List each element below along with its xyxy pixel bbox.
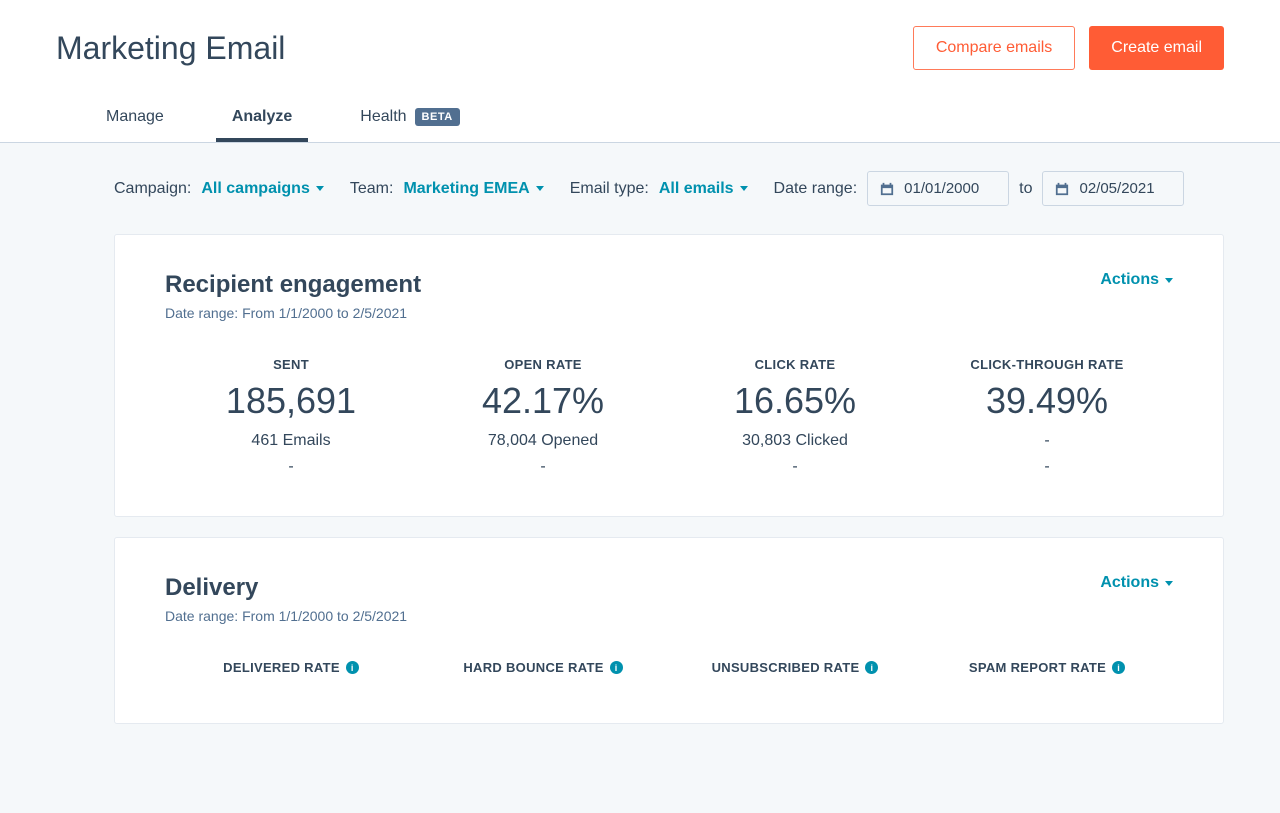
create-email-button[interactable]: Create email <box>1089 26 1224 70</box>
metric-label: OPEN RATE <box>417 357 669 372</box>
filter-label: Team: <box>350 180 394 198</box>
metric-label-text: DELIVERED RATE <box>223 660 340 675</box>
recipient-engagement-card: Recipient engagement Actions Date range:… <box>114 234 1224 517</box>
metric-dash: - <box>417 458 669 476</box>
subtitle-value: From 1/1/2000 to 2/5/2021 <box>242 608 407 624</box>
metric-hard-bounce-rate: HARD BOUNCE RATE i <box>417 660 669 683</box>
chevron-down-icon <box>536 186 544 191</box>
subtitle-label: Date range: <box>165 305 238 321</box>
tab-manage[interactable]: Manage <box>90 94 180 142</box>
tab-label: Analyze <box>232 108 292 126</box>
metric-sent: SENT 185,691 461 Emails - <box>165 357 417 476</box>
metric-sub: - <box>921 432 1173 450</box>
info-icon[interactable]: i <box>346 661 359 674</box>
card-title: Recipient engagement <box>165 271 421 299</box>
metric-unsubscribed-rate: UNSUBSCRIBED RATE i <box>669 660 921 683</box>
metric-sub: 461 Emails <box>165 432 417 450</box>
delivery-metrics: DELIVERED RATE i HARD BOUNCE RATE i UNSU… <box>165 660 1173 683</box>
metric-dash: - <box>921 458 1173 476</box>
actions-label: Actions <box>1100 271 1159 289</box>
card-subtitle: Date range: From 1/1/2000 to 2/5/2021 <box>165 608 1173 624</box>
tab-health[interactable]: Health BETA <box>344 94 475 142</box>
filter-label: Campaign: <box>114 180 191 198</box>
beta-badge: BETA <box>415 108 460 126</box>
metric-label-text: SPAM REPORT RATE <box>969 660 1106 675</box>
metric-spam-report-rate: SPAM REPORT RATE i <box>921 660 1173 683</box>
metric-dash: - <box>669 458 921 476</box>
filter-date-range: Date range: to <box>774 171 1185 206</box>
team-dropdown[interactable]: Marketing EMEA <box>403 180 543 198</box>
metric-delivered-rate: DELIVERED RATE i <box>165 660 417 683</box>
actions-label: Actions <box>1100 574 1159 592</box>
actions-dropdown[interactable]: Actions <box>1100 271 1173 289</box>
info-icon[interactable]: i <box>865 661 878 674</box>
date-from-input-wrap[interactable] <box>867 171 1009 206</box>
metric-value: 16.65% <box>669 380 921 422</box>
metric-ctr: CLICK-THROUGH RATE 39.49% - - <box>921 357 1173 476</box>
metric-label: HARD BOUNCE RATE i <box>417 660 669 675</box>
email-type-dropdown[interactable]: All emails <box>659 180 748 198</box>
filter-bar: Campaign: All campaigns Team: Marketing … <box>0 143 1280 234</box>
header-top: Marketing Email Compare emails Create em… <box>56 26 1224 70</box>
info-icon[interactable]: i <box>610 661 623 674</box>
actions-dropdown[interactable]: Actions <box>1100 574 1173 592</box>
dropdown-value: All emails <box>659 180 734 198</box>
metric-label: CLICK-THROUGH RATE <box>921 357 1173 372</box>
info-icon[interactable]: i <box>1112 661 1125 674</box>
delivery-card: Delivery Actions Date range: From 1/1/20… <box>114 537 1224 724</box>
metric-label-text: UNSUBSCRIBED RATE <box>712 660 860 675</box>
metric-label: DELIVERED RATE i <box>165 660 417 675</box>
filter-label: Email type: <box>570 180 649 198</box>
dropdown-value: Marketing EMEA <box>403 180 529 198</box>
page-header: Marketing Email Compare emails Create em… <box>0 0 1280 143</box>
chevron-down-icon <box>740 186 748 191</box>
date-to-label: to <box>1019 180 1032 198</box>
card-title: Delivery <box>165 574 258 602</box>
card-header: Delivery Actions <box>165 574 1173 602</box>
metric-value: 42.17% <box>417 380 669 422</box>
filter-label: Date range: <box>774 180 858 198</box>
header-buttons: Compare emails Create email <box>913 26 1224 70</box>
metric-open-rate: OPEN RATE 42.17% 78,004 Opened - <box>417 357 669 476</box>
campaign-dropdown[interactable]: All campaigns <box>201 180 323 198</box>
chevron-down-icon <box>316 186 324 191</box>
metric-value: 39.49% <box>921 380 1173 422</box>
metric-label: UNSUBSCRIBED RATE i <box>669 660 921 675</box>
metric-sub: 30,803 Clicked <box>669 432 921 450</box>
content: Recipient engagement Actions Date range:… <box>0 234 1280 784</box>
engagement-metrics: SENT 185,691 461 Emails - OPEN RATE 42.1… <box>165 357 1173 476</box>
subtitle-value: From 1/1/2000 to 2/5/2021 <box>242 305 407 321</box>
calendar-icon <box>880 182 894 196</box>
chevron-down-icon <box>1165 278 1173 283</box>
card-header: Recipient engagement Actions <box>165 271 1173 299</box>
compare-emails-button[interactable]: Compare emails <box>913 26 1075 70</box>
metric-label-text: HARD BOUNCE RATE <box>463 660 603 675</box>
date-to-input-wrap[interactable] <box>1042 171 1184 206</box>
metric-label: CLICK RATE <box>669 357 921 372</box>
dropdown-value: All campaigns <box>201 180 309 198</box>
metric-label: SPAM REPORT RATE i <box>921 660 1173 675</box>
tab-label: Manage <box>106 108 164 126</box>
tab-label: Health <box>360 108 406 126</box>
filter-campaign: Campaign: All campaigns <box>114 180 324 198</box>
page-title: Marketing Email <box>56 30 285 67</box>
metric-value: 185,691 <box>165 380 417 422</box>
date-from-input[interactable] <box>904 180 996 197</box>
date-to-input[interactable] <box>1079 180 1171 197</box>
metric-label: SENT <box>165 357 417 372</box>
subtitle-label: Date range: <box>165 608 238 624</box>
card-subtitle: Date range: From 1/1/2000 to 2/5/2021 <box>165 305 1173 321</box>
calendar-icon <box>1055 182 1069 196</box>
tab-analyze[interactable]: Analyze <box>216 94 308 142</box>
metric-dash: - <box>165 458 417 476</box>
tabs: Manage Analyze Health BETA <box>56 94 1224 142</box>
filter-email-type: Email type: All emails <box>570 180 748 198</box>
chevron-down-icon <box>1165 581 1173 586</box>
metric-click-rate: CLICK RATE 16.65% 30,803 Clicked - <box>669 357 921 476</box>
filter-team: Team: Marketing EMEA <box>350 180 544 198</box>
metric-sub: 78,004 Opened <box>417 432 669 450</box>
